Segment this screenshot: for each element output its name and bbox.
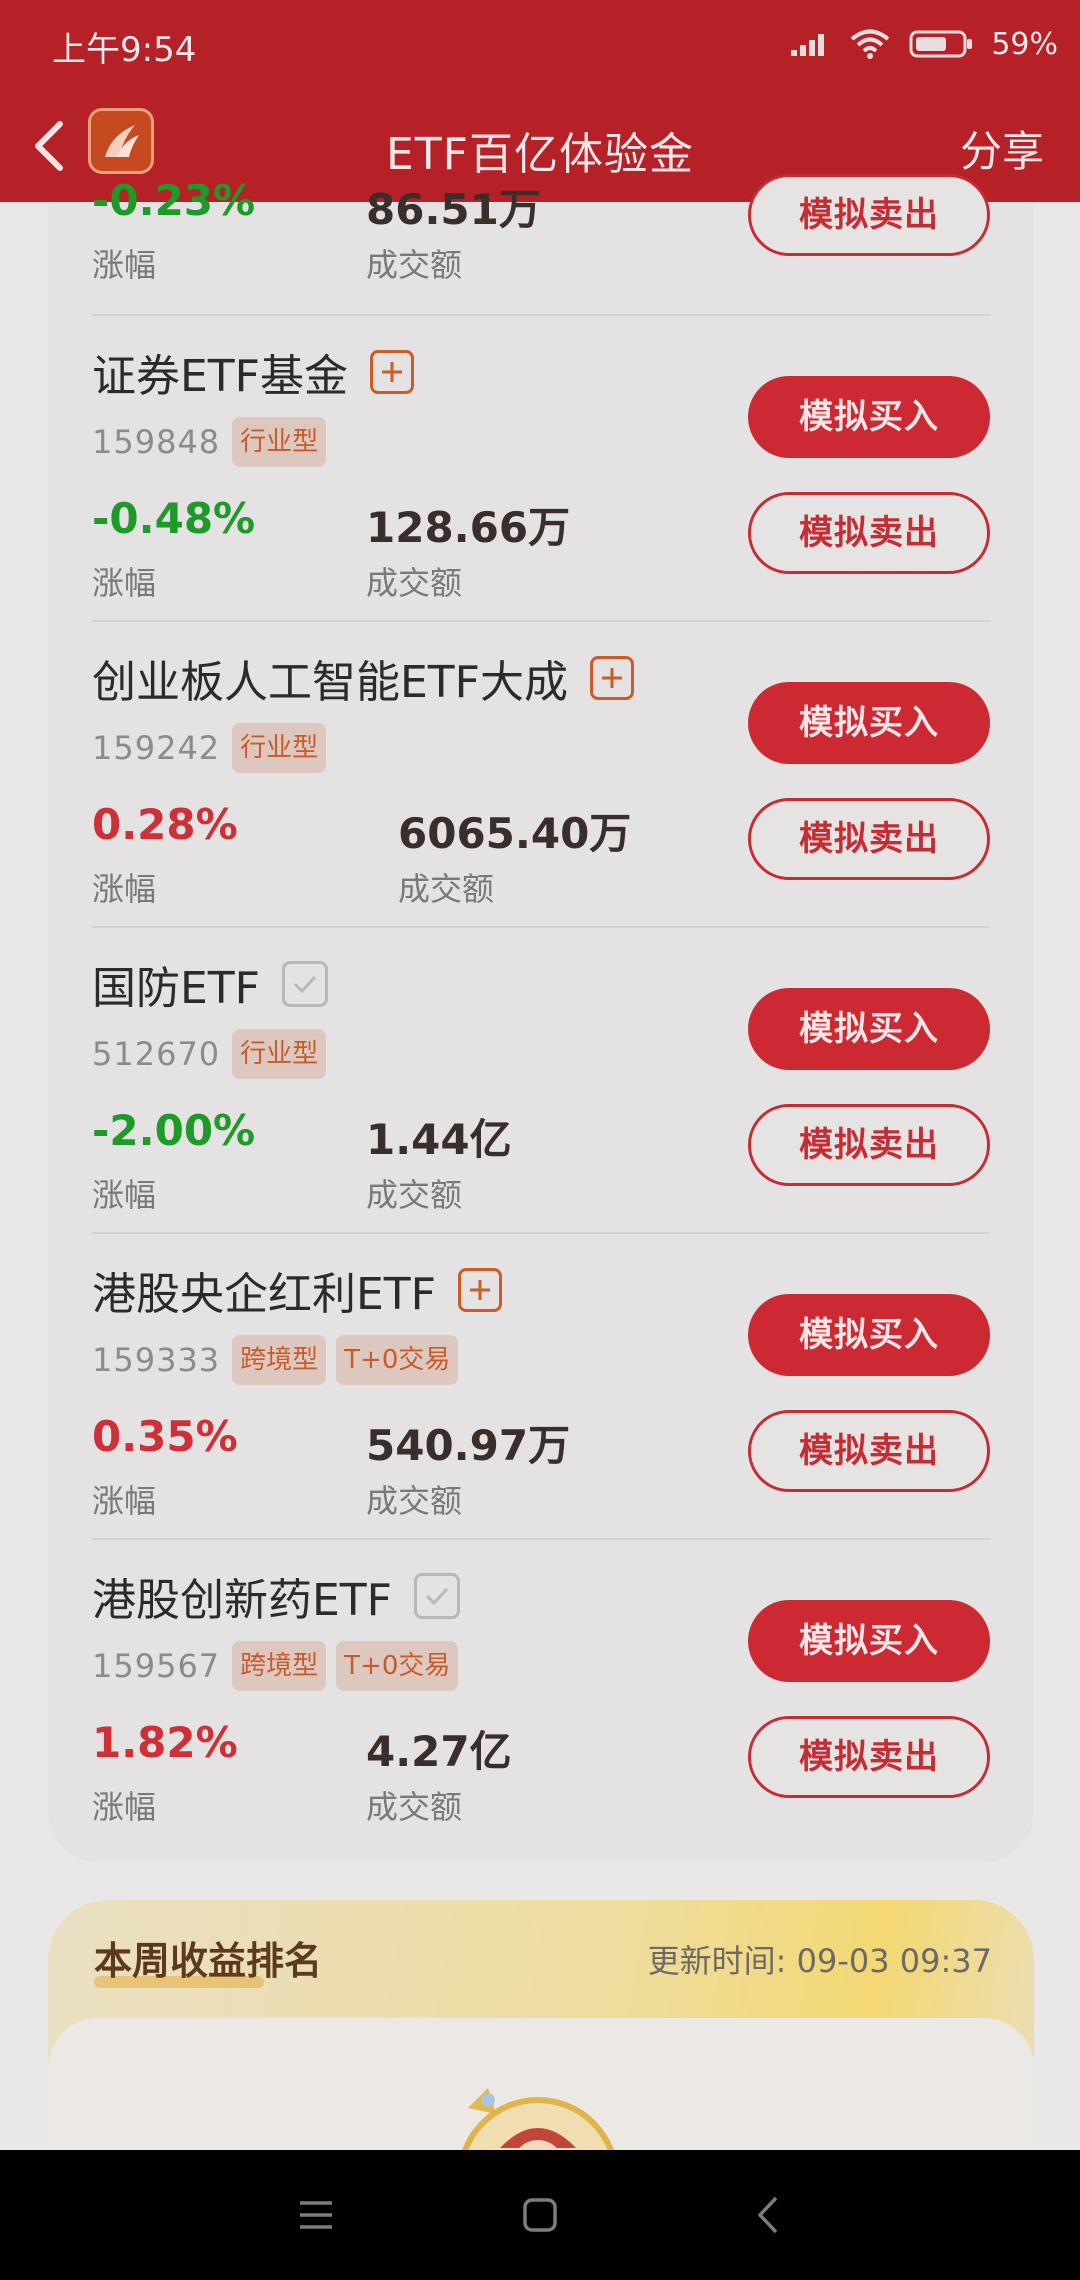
buy-button[interactable]: 模拟买入 bbox=[748, 1294, 990, 1376]
fund-name: 港股创新药ETF bbox=[92, 1575, 392, 1626]
fund-item: 创业板人工智能ETF大成 159242 行业型 0.28% 涨幅 6065.40… bbox=[92, 622, 990, 928]
fund-volume: 4.27亿 bbox=[366, 1727, 512, 1776]
add-watchlist-icon[interactable] bbox=[458, 1268, 502, 1312]
fund-change-label: 涨幅 bbox=[92, 870, 157, 908]
fund-change-label: 涨幅 bbox=[92, 564, 157, 602]
ranking-update-time: 更新时间: 09-03 09:37 bbox=[647, 1942, 992, 1980]
fund-change: -2.00% bbox=[92, 1106, 256, 1155]
fund-volume-label: 成交额 bbox=[366, 1788, 463, 1826]
fund-name: 国防ETF bbox=[92, 963, 260, 1014]
nav-back-icon bbox=[758, 2196, 778, 2234]
fund-volume: 6065.40万 bbox=[398, 809, 632, 858]
menu-icon bbox=[300, 2201, 332, 2229]
fund-change: 0.35% bbox=[92, 1412, 238, 1461]
fund-volume: 540.97万 bbox=[366, 1421, 571, 1470]
fund-volume-label: 成交额 bbox=[366, 564, 463, 602]
system-nav-bar bbox=[0, 2150, 1080, 2280]
sell-button[interactable]: 模拟卖出 bbox=[748, 798, 990, 880]
battery-percent: 59% bbox=[991, 26, 1058, 62]
sell-button[interactable]: 模拟卖出 bbox=[748, 1716, 990, 1798]
sell-button[interactable]: 模拟卖出 bbox=[748, 1410, 990, 1492]
fund-volume-label: 成交额 bbox=[366, 1482, 463, 1520]
fund-change: -0.48% bbox=[92, 494, 256, 543]
sell-button[interactable]: 模拟卖出 bbox=[748, 492, 990, 574]
fund-volume: 1.44亿 bbox=[366, 1115, 512, 1164]
fund-tag: 跨境型 bbox=[232, 1641, 327, 1691]
add-watchlist-icon[interactable] bbox=[370, 350, 414, 394]
fund-item: 国防ETF 512670 行业型 -2.00% 涨幅 1.44亿 成交额 模拟买… bbox=[92, 928, 990, 1234]
fund-item-partial: -0.23% 涨幅 86.51万 成交额 模拟卖出 bbox=[92, 0, 990, 316]
fund-code: 159242 bbox=[92, 729, 221, 767]
sell-button[interactable]: 模拟卖出 bbox=[748, 174, 990, 256]
fund-tag: 跨境型 bbox=[232, 1335, 327, 1385]
fund-change-label: 涨幅 bbox=[92, 1482, 157, 1520]
home-square-icon bbox=[523, 2198, 557, 2232]
fund-item: 证券ETF基金 159848 行业型 -0.48% 涨幅 128.66万 成交额… bbox=[92, 316, 990, 622]
fund-change: 0.28% bbox=[92, 800, 238, 849]
buy-button[interactable]: 模拟买入 bbox=[748, 376, 990, 458]
nav-back-button[interactable] bbox=[738, 2190, 798, 2240]
fund-code: 159333 bbox=[92, 1341, 221, 1379]
fund-volume-label: 成交额 bbox=[366, 246, 463, 284]
fund-change-label: 涨幅 bbox=[92, 1788, 157, 1826]
add-watchlist-icon[interactable] bbox=[590, 656, 634, 700]
fund-code: 159567 bbox=[92, 1647, 221, 1685]
buy-button[interactable]: 模拟买入 bbox=[748, 1600, 990, 1682]
fund-change: -0.23% bbox=[92, 176, 256, 225]
fund-volume: 128.66万 bbox=[366, 503, 571, 552]
fund-name: 创业板人工智能ETF大成 bbox=[92, 657, 568, 708]
fund-volume: 86.51万 bbox=[366, 185, 541, 234]
home-button[interactable] bbox=[510, 2190, 570, 2240]
added-check-icon[interactable] bbox=[414, 1573, 460, 1619]
menu-button[interactable] bbox=[286, 2190, 346, 2240]
sell-button[interactable]: 模拟卖出 bbox=[748, 1104, 990, 1186]
fund-name: 港股央企红利ETF bbox=[92, 1269, 436, 1320]
fund-tag: 行业型 bbox=[232, 723, 327, 773]
buy-button[interactable]: 模拟买入 bbox=[748, 682, 990, 764]
fund-tag: T+0交易 bbox=[336, 1641, 459, 1691]
fund-tag: T+0交易 bbox=[336, 1335, 459, 1385]
fund-name: 证券ETF基金 bbox=[92, 351, 348, 402]
fund-volume-label: 成交额 bbox=[366, 1176, 463, 1214]
fund-code: 159848 bbox=[92, 423, 221, 461]
fund-change-label: 涨幅 bbox=[92, 1176, 157, 1214]
fund-volume-label: 成交额 bbox=[398, 870, 495, 908]
added-check-icon[interactable] bbox=[282, 961, 328, 1007]
buy-button[interactable]: 模拟买入 bbox=[748, 988, 990, 1070]
fund-code: 512670 bbox=[92, 1035, 221, 1073]
fund-tag: 行业型 bbox=[232, 1029, 327, 1079]
fund-change: 1.82% bbox=[92, 1718, 238, 1767]
fund-tag: 行业型 bbox=[232, 417, 327, 467]
fund-item: 港股央企红利ETF 159333 跨境型 T+0交易 0.35% 涨幅 540.… bbox=[92, 1234, 990, 1540]
fund-change-label: 涨幅 bbox=[92, 246, 157, 284]
fund-list-card: -0.23% 涨幅 86.51万 成交额 模拟卖出 证券ETF基金 159848… bbox=[48, 174, 1034, 1862]
fund-item: 港股创新药ETF 159567 跨境型 T+0交易 1.82% 涨幅 4.27亿… bbox=[92, 1540, 990, 1846]
ranking-title: 本周收益排名 bbox=[94, 1939, 323, 1983]
